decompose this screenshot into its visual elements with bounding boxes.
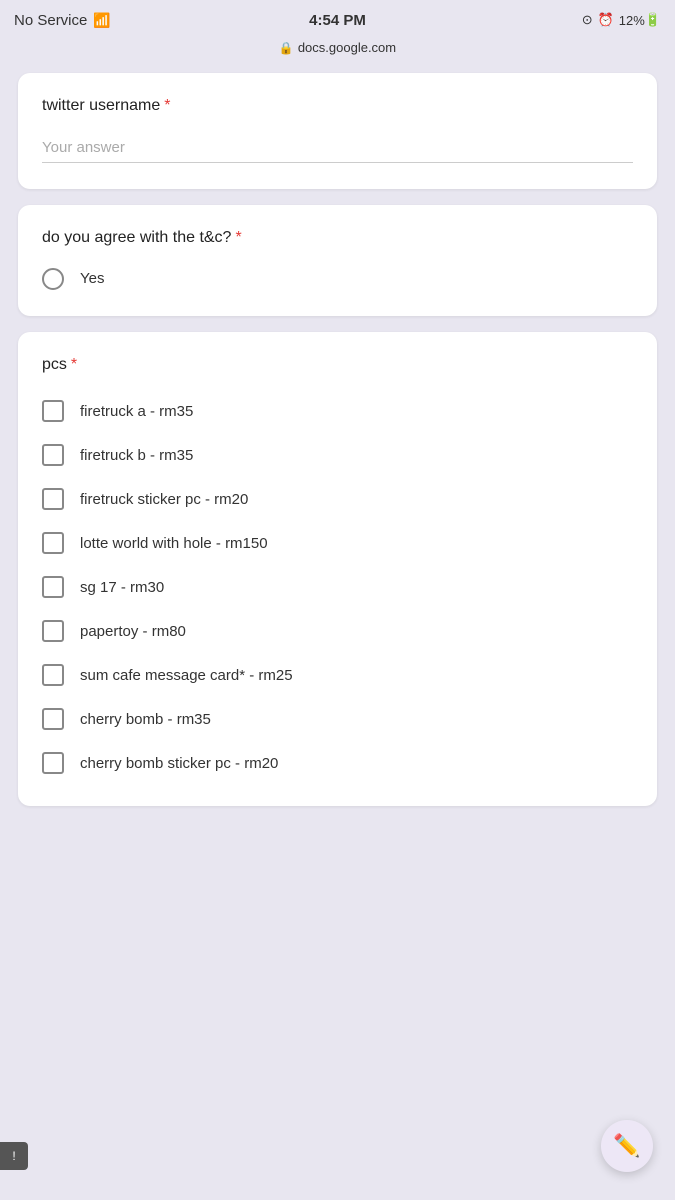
battery-indicator: 12% 🔋: [619, 12, 661, 28]
radio-circle-yes: [42, 268, 64, 290]
twitter-username-input[interactable]: [42, 135, 633, 163]
checkbox-box-lotte-world: [42, 532, 64, 554]
twitter-username-card: twitter username*: [18, 73, 657, 189]
location-icon: ⊙: [582, 12, 593, 28]
checkbox-box-firetruck-a: [42, 400, 64, 422]
checkbox-lotte-world[interactable]: lotte world with hole - rm150: [42, 526, 633, 560]
radio-label-yes: Yes: [80, 270, 104, 287]
status-right: ⊙ ⏰ 12% 🔋: [582, 12, 661, 28]
edit-icon: ✏️: [613, 1133, 640, 1159]
pcs-checkbox-list: firetruck a - rm35 firetruck b - rm35 fi…: [42, 394, 633, 780]
url-text: docs.google.com: [298, 40, 396, 55]
checkbox-label-firetruck-sticker-pc: firetruck sticker pc - rm20: [80, 491, 248, 508]
checkbox-cherry-bomb[interactable]: cherry bomb - rm35: [42, 702, 633, 736]
checkbox-label-cherry-bomb-sticker: cherry bomb sticker pc - rm20: [80, 755, 278, 772]
checkbox-label-sg17: sg 17 - rm30: [80, 579, 164, 596]
checkbox-cherry-bomb-sticker[interactable]: cherry bomb sticker pc - rm20: [42, 746, 633, 780]
url-bar: 🔒 docs.google.com: [0, 38, 675, 63]
twitter-username-label: twitter username*: [42, 95, 633, 117]
checkbox-box-sg17: [42, 576, 64, 598]
checkbox-box-firetruck-b: [42, 444, 64, 466]
required-star-1: *: [164, 97, 170, 114]
checkbox-box-firetruck-sticker-pc: [42, 488, 64, 510]
lock-icon: 🔒: [279, 41, 294, 55]
required-star-2: *: [235, 229, 241, 246]
checkbox-box-papertoy: [42, 620, 64, 642]
radio-option-yes[interactable]: Yes: [42, 268, 633, 290]
checkbox-label-papertoy: papertoy - rm80: [80, 623, 186, 640]
fab-edit-button[interactable]: ✏️: [601, 1120, 653, 1172]
checkbox-label-cherry-bomb: cherry bomb - rm35: [80, 711, 211, 728]
required-star-3: *: [71, 356, 77, 373]
status-bar: No Service 📶 4:54 PM ⊙ ⏰ 12% 🔋: [0, 0, 675, 38]
carrier-label: No Service: [14, 12, 87, 29]
status-left: No Service 📶: [14, 12, 111, 29]
wifi-icon: 📶: [93, 12, 110, 29]
checkbox-sum-cafe[interactable]: sum cafe message card* - rm25: [42, 658, 633, 692]
checkbox-firetruck-sticker-pc[interactable]: firetruck sticker pc - rm20: [42, 482, 633, 516]
checkbox-sg17[interactable]: sg 17 - rm30: [42, 570, 633, 604]
checkbox-firetruck-a[interactable]: firetruck a - rm35: [42, 394, 633, 428]
checkbox-box-cherry-bomb-sticker: [42, 752, 64, 774]
checkbox-label-firetruck-a: firetruck a - rm35: [80, 403, 193, 420]
checkbox-box-cherry-bomb: [42, 708, 64, 730]
battery-icon: 🔋: [645, 12, 661, 28]
checkbox-label-firetruck-b: firetruck b - rm35: [80, 447, 193, 464]
form-content: twitter username* do you agree with the …: [0, 63, 675, 826]
agree-tnc-card: do you agree with the t&c?* Yes: [18, 205, 657, 315]
agree-tnc-label: do you agree with the t&c?*: [42, 227, 633, 249]
pcs-card: pcs* firetruck a - rm35 firetruck b - rm…: [18, 332, 657, 806]
checkbox-box-sum-cafe: [42, 664, 64, 686]
checkbox-firetruck-b[interactable]: firetruck b - rm35: [42, 438, 633, 472]
battery-percent: 12%: [619, 13, 645, 28]
feedback-icon: !: [12, 1149, 15, 1163]
feedback-button[interactable]: !: [0, 1142, 28, 1170]
checkbox-label-lotte-world: lotte world with hole - rm150: [80, 535, 268, 552]
checkbox-papertoy[interactable]: papertoy - rm80: [42, 614, 633, 648]
checkbox-label-sum-cafe: sum cafe message card* - rm25: [80, 667, 293, 684]
alarm-icon: ⏰: [598, 12, 614, 28]
pcs-label: pcs*: [42, 354, 633, 376]
status-time: 4:54 PM: [309, 12, 366, 29]
